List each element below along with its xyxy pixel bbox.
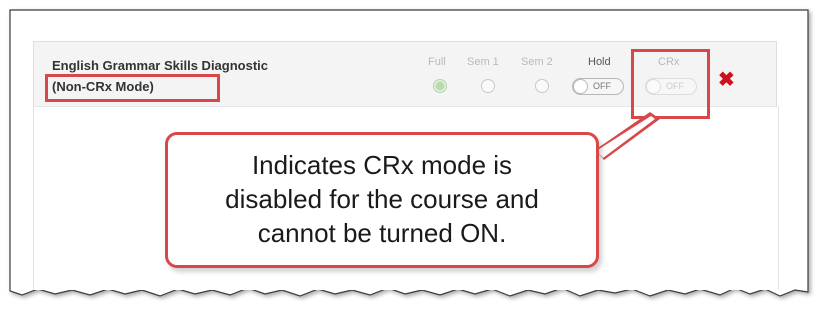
callout-box: Indicates CRx mode is disabled for the c…: [165, 132, 599, 268]
callout-text: Indicates CRx mode is disabled for the c…: [168, 148, 596, 250]
callout-line-3: cannot be turned ON.: [257, 218, 507, 248]
callout-line-2: disabled for the course and: [225, 184, 539, 214]
callout-line-1: Indicates CRx mode is: [251, 150, 513, 180]
